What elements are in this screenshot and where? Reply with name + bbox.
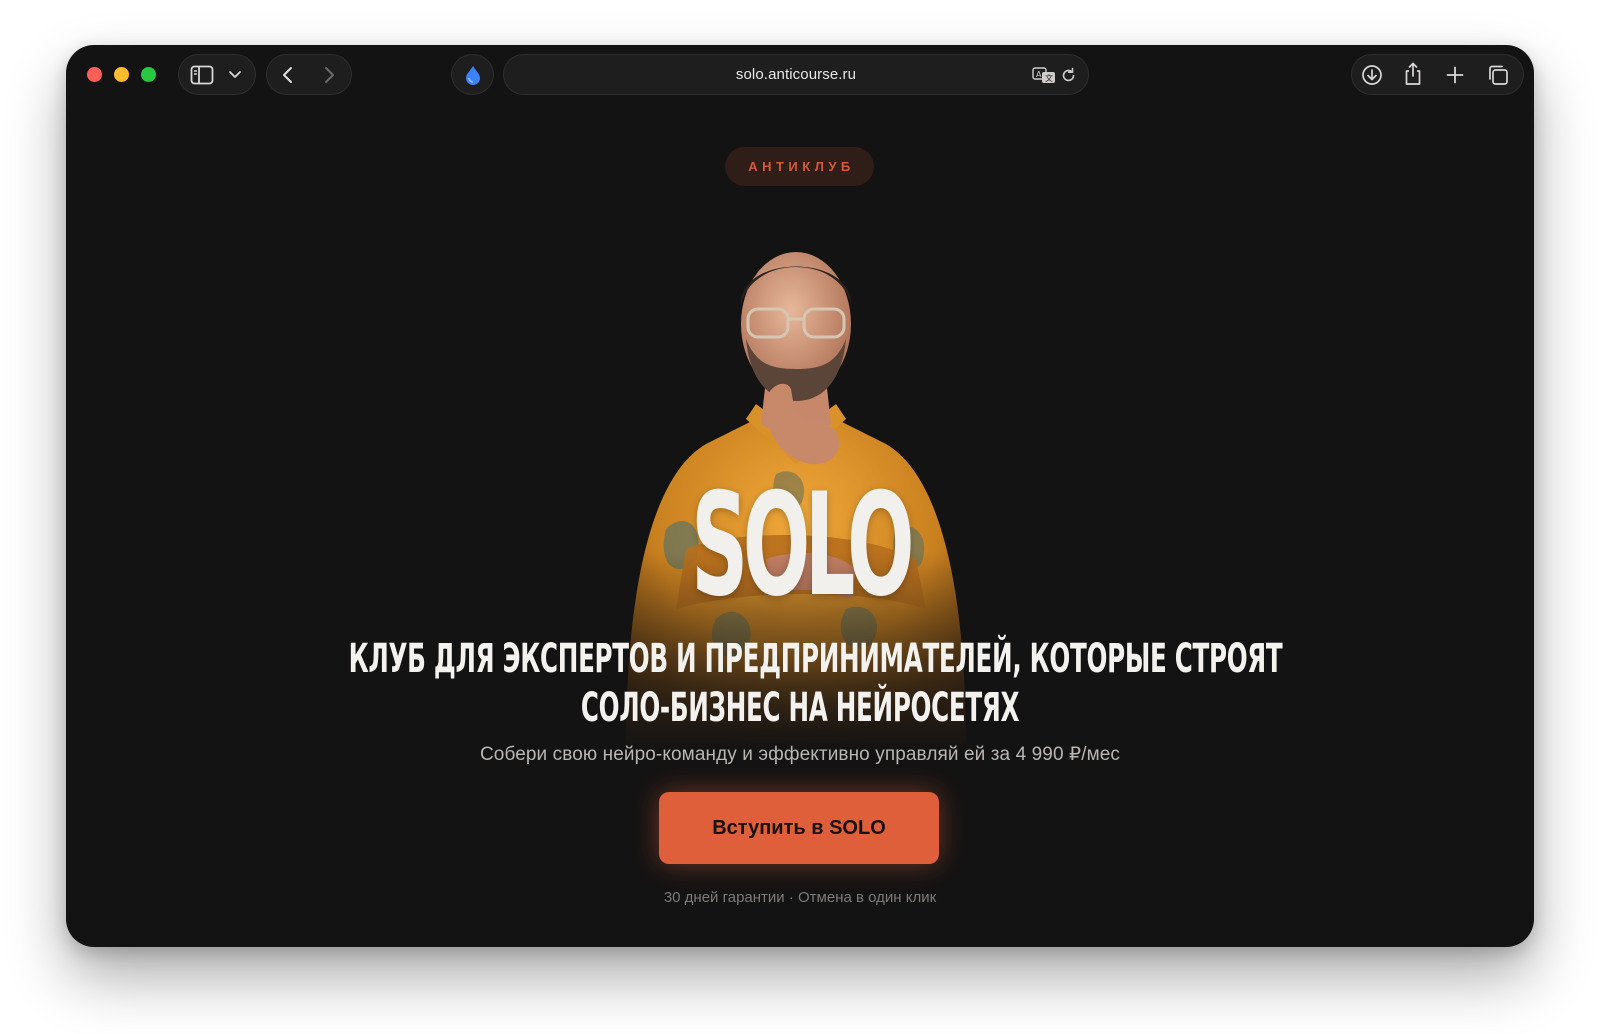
hero-headline-line-1: КЛУБ ДЛЯ ЭКСПЕРТОВ И ПРЕДПРИНИМАТЕЛЕЙ, К… [348, 636, 1283, 682]
join-solo-button[interactable]: Вступить в SOLO [659, 792, 939, 864]
sidebar-toggle-group [178, 54, 256, 95]
svg-text:文: 文 [1045, 73, 1053, 83]
anticlub-badge: АНТИКЛУБ [725, 147, 874, 186]
share-icon[interactable] [1403, 61, 1423, 87]
new-tab-plus-icon[interactable] [1446, 66, 1464, 84]
translate-icon[interactable]: A 文 [1032, 67, 1056, 84]
svg-text:A: A [1036, 70, 1042, 79]
sidebar-icon[interactable] [190, 65, 214, 85]
download-icon[interactable] [1361, 64, 1383, 86]
zoom-window-button[interactable] [141, 67, 156, 82]
extension-drop-icon [466, 66, 480, 85]
browser-window: solo.anticourse.ru A 文 АНТИКЛУБ SOLO КЛУ… [66, 45, 1534, 947]
hero-headline: КЛУБ ДЛЯ ЭКСПЕРТОВ И ПРЕДПРИНИМАТЕЛЕЙ, К… [348, 635, 1283, 733]
address-bar[interactable]: solo.anticourse.ru A 文 [503, 54, 1089, 95]
hero-headline-line-2: СОЛО-БИЗНЕС НА НЕЙРОСЕТЯХ [580, 685, 1020, 731]
landing-page: АНТИКЛУБ SOLO КЛУБ ДЛЯ ЭКСПЕРТОВ И ПРЕДП… [66, 109, 1534, 947]
solo-brand-title: SOLO [691, 463, 915, 628]
browser-toolbar: solo.anticourse.ru A 文 [66, 45, 1534, 109]
navigation-group [266, 54, 352, 95]
guarantee-note: 30 дней гарантии · Отмена в один клик [663, 889, 937, 906]
extension-button[interactable] [451, 54, 494, 95]
url-text: solo.anticourse.ru [735, 66, 857, 83]
toolbar-actions-group [1351, 54, 1524, 95]
back-arrow-icon[interactable] [280, 65, 296, 85]
forward-arrow-icon[interactable] [321, 65, 337, 85]
minimize-window-button[interactable] [114, 67, 129, 82]
reload-icon[interactable] [1060, 67, 1077, 84]
tab-overview-icon[interactable] [1487, 64, 1509, 86]
hero-subtitle: Собери свою нейро-команду и эффективно у… [479, 744, 1121, 765]
chevron-down-icon[interactable] [228, 70, 242, 80]
close-window-button[interactable] [87, 67, 102, 82]
